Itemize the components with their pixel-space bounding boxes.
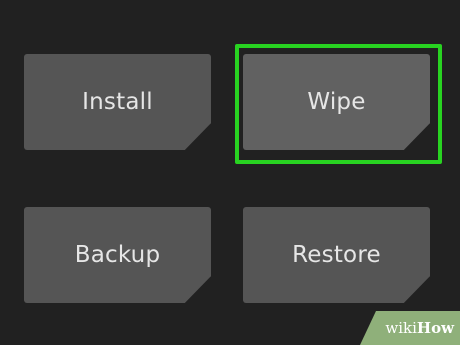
recovery-main-menu: Install Wipe Backup Restore wiki How (0, 0, 460, 345)
restore-button[interactable]: Restore (243, 207, 430, 303)
backup-label: Backup (74, 242, 161, 268)
backup-button[interactable]: Backup (24, 207, 211, 303)
restore-label: Restore (292, 242, 381, 268)
watermark-how-text: How (416, 319, 454, 337)
watermark-wiki-text: wiki (385, 319, 417, 337)
wipe-button[interactable]: Wipe (243, 54, 430, 150)
wikihow-watermark: wiki How (360, 311, 460, 345)
wipe-label: Wipe (307, 89, 366, 115)
install-label: Install (82, 89, 153, 115)
install-button[interactable]: Install (24, 54, 211, 150)
